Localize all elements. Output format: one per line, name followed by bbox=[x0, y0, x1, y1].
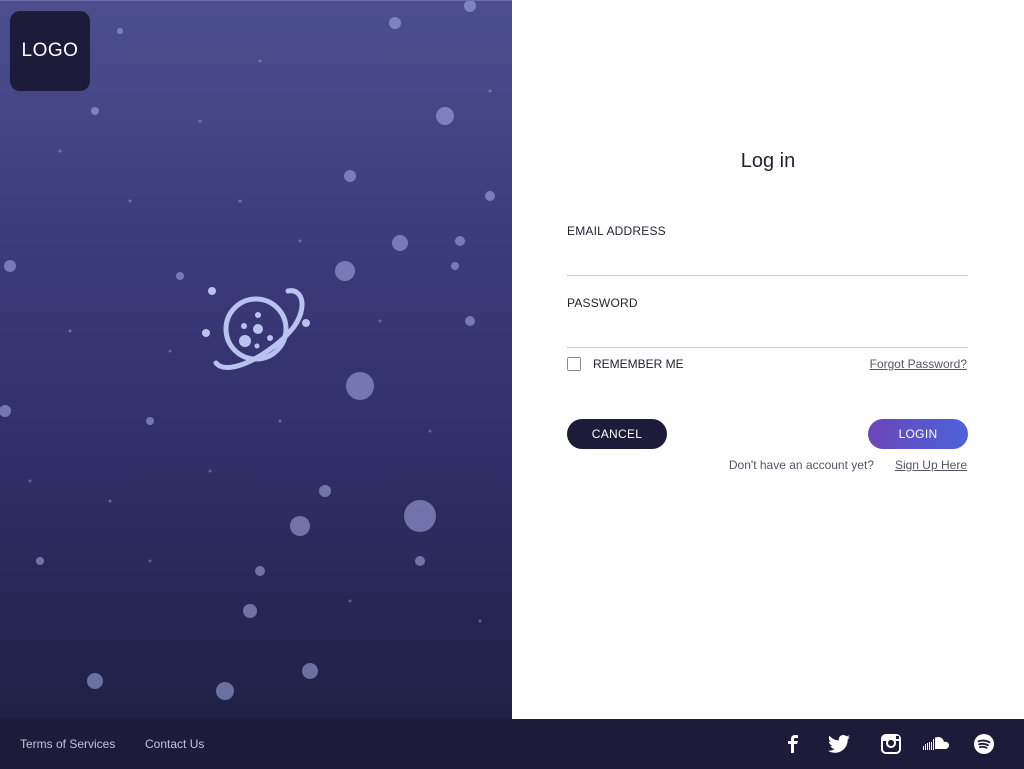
cancel-button-label: CANCEL bbox=[591, 427, 643, 441]
facebook-icon[interactable] bbox=[781, 732, 805, 756]
logo[interactable]: LOGO bbox=[10, 11, 90, 91]
footer-link-terms[interactable]: Terms of Services bbox=[20, 737, 115, 751]
login-button[interactable]: LOGIN bbox=[868, 419, 968, 449]
signup-row: Don't have an account yet? Sign Up Here bbox=[729, 458, 967, 472]
twitter-icon[interactable] bbox=[827, 732, 851, 756]
email-label: EMAIL ADDRESS bbox=[567, 224, 666, 238]
footer-link-contact[interactable]: Contact Us bbox=[145, 737, 204, 751]
planet-icon bbox=[202, 287, 310, 370]
hero-panel: LOGO bbox=[0, 0, 512, 719]
no-account-text: Don't have an account yet? bbox=[728, 458, 874, 472]
page-title: Log in bbox=[740, 150, 796, 172]
remember-me-checkbox[interactable] bbox=[567, 357, 581, 371]
soundcloud-icon[interactable] bbox=[923, 732, 949, 756]
email-field[interactable] bbox=[567, 252, 968, 276]
password-label: PASSWORD bbox=[567, 296, 638, 310]
login-panel: Log in EMAIL ADDRESS PASSWORD REMEMBER M… bbox=[512, 0, 1024, 719]
remember-me-row: REMEMBER ME bbox=[567, 357, 684, 371]
instagram-icon[interactable] bbox=[879, 732, 903, 756]
signup-link[interactable]: Sign Up Here bbox=[895, 458, 967, 472]
cancel-button[interactable]: CANCEL bbox=[567, 419, 667, 449]
remember-me-label: REMEMBER ME bbox=[593, 357, 684, 371]
forgot-password-link[interactable]: Forgot Password? bbox=[870, 357, 967, 371]
login-button-label: LOGIN bbox=[898, 427, 938, 441]
password-field[interactable] bbox=[567, 324, 968, 348]
footer: Terms of Services Contact Us bbox=[0, 719, 1024, 769]
spotify-icon[interactable] bbox=[972, 732, 996, 756]
logo-text: LOGO bbox=[21, 40, 79, 61]
